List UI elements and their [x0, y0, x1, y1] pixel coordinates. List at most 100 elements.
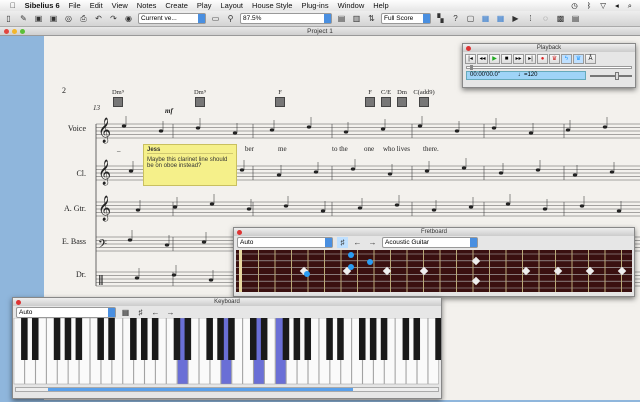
save-icon[interactable]: ▣ [33, 13, 44, 24]
export-icon[interactable]: ◎ [63, 13, 74, 24]
comment-note[interactable]: Jess Maybe this clarinet line should be … [143, 144, 237, 186]
accidental-icon[interactable]: ♯ [337, 236, 348, 248]
print-icon[interactable]: ⎙ [78, 13, 89, 24]
chord-diagram[interactable]: Dm⁹ [192, 89, 208, 107]
versions-icon[interactable]: ◉ [123, 13, 134, 24]
menu-edit[interactable]: Edit [90, 1, 103, 10]
transpose-icon[interactable]: ⇅ [366, 13, 377, 24]
note-head [201, 240, 207, 244]
navigator-icon[interactable]: ▢ [465, 13, 476, 24]
ideas-icon[interactable]: ⁞ [525, 13, 536, 24]
arrow-right-icon[interactable]: → [367, 237, 378, 248]
zoom-select[interactable]: 87.5% [240, 13, 332, 24]
zoom-icon[interactable]: ⚲ [225, 13, 236, 24]
mixer-icon[interactable]: ▦ [495, 13, 506, 24]
properties-icon[interactable]: ◌ [540, 13, 551, 24]
rewind-to-start-button[interactable]: |◂ [465, 54, 476, 64]
menu-app[interactable]: Sibelius 6 [25, 1, 60, 10]
close-icon[interactable] [466, 45, 471, 51]
keyboard-icon[interactable]: ▩ [555, 13, 566, 24]
keyboard-mode-select[interactable]: Auto [16, 306, 116, 318]
panorama-icon[interactable]: ▥ [351, 13, 362, 24]
playback-position-slider[interactable] [466, 65, 632, 70]
parts-icon[interactable]: ▚ [435, 13, 446, 24]
black-key [97, 318, 104, 360]
new-icon[interactable]: ▯ [3, 13, 14, 24]
record-button[interactable]: ● [537, 54, 548, 64]
piano-keyboard[interactable] [13, 318, 441, 386]
menu-window[interactable]: Window [338, 1, 365, 10]
rewind-button[interactable]: ◂◂ [477, 54, 488, 64]
live-tempo-button[interactable]: ϟ [561, 54, 572, 64]
metronome-button[interactable]: Å [585, 54, 596, 64]
black-key [217, 318, 224, 360]
fretboard-icon[interactable]: ▤ [570, 13, 581, 24]
playback-icon[interactable]: ▶ [510, 13, 521, 24]
chord-diagram[interactable]: Dm⁹ [110, 89, 126, 107]
score-select[interactable]: Full Score [381, 13, 431, 24]
menu-play[interactable]: Play [197, 1, 212, 10]
close-icon[interactable] [4, 29, 9, 34]
fast-forward-button[interactable]: ▸▸ [513, 54, 524, 64]
note-head [232, 131, 238, 135]
note-head [565, 128, 571, 132]
keyboard-layout-icon[interactable]: ▦ [120, 307, 131, 318]
keyboard-scrollbar[interactable] [15, 387, 439, 392]
forward-to-end-button[interactable]: ▸| [525, 54, 536, 64]
menu-help[interactable]: Help [373, 1, 388, 10]
menu-notes[interactable]: Notes [137, 1, 157, 10]
menu-file[interactable]: File [69, 1, 81, 10]
close-icon[interactable] [237, 229, 242, 235]
chord-diagram[interactable]: F [272, 89, 288, 107]
lyric: _ [117, 145, 121, 153]
window-title: Playback [536, 45, 562, 51]
open-icon[interactable]: ✎ [18, 13, 29, 24]
help-icon[interactable]: ? [450, 13, 461, 24]
fretboard-mode-select[interactable]: Auto [237, 236, 333, 248]
arrow-left-icon[interactable]: ← [150, 307, 161, 318]
comment-text[interactable]: Maybe this clarinet line should be on ob… [147, 157, 233, 169]
chord-diagram[interactable]: C/E [378, 89, 394, 107]
fretboard-instrument-select[interactable]: Acoustic Guitar [382, 236, 478, 248]
spotlight-icon[interactable]: ⌕ [628, 1, 632, 11]
fretboard[interactable] [234, 250, 634, 294]
redo-icon[interactable]: ↷ [108, 13, 119, 24]
undo-icon[interactable]: ↶ [93, 13, 104, 24]
chord-diagram[interactable]: C(add9) [412, 89, 436, 107]
comment-icon[interactable]: ▭ [210, 13, 221, 24]
stop-button[interactable]: ■ [501, 54, 512, 64]
menu-layout[interactable]: Layout [221, 1, 244, 10]
minimize-icon[interactable] [12, 29, 17, 34]
bar-number: 13 [93, 104, 100, 112]
clock-icon[interactable]: ◷ [571, 1, 578, 11]
menu-house-style[interactable]: House Style [252, 1, 292, 10]
menu-plugins[interactable]: Plug-ins [301, 1, 328, 10]
play-button[interactable]: ▶ [489, 54, 500, 64]
chord-diagram[interactable]: Dm [394, 89, 410, 107]
wifi-icon[interactable]: ▽ [600, 1, 606, 11]
menu-create[interactable]: Create [165, 1, 188, 10]
accidental-icon[interactable]: ♯ [135, 307, 146, 318]
keyboard-window: Keyboard Auto ▦ ♯ ← → [12, 297, 442, 399]
arrow-left-icon[interactable]: ← [352, 237, 363, 248]
black-key [75, 318, 83, 360]
focus-icon[interactable]: ▤ [336, 13, 347, 24]
time-display: 00:00'00.0" ♩=120 [466, 71, 586, 80]
note-head [535, 168, 541, 172]
view-select[interactable]: Current ve... [138, 13, 206, 24]
volume-slider[interactable] [590, 71, 632, 80]
live-playback-button[interactable]: ♛ [573, 54, 584, 64]
save-all-icon[interactable]: ▣ [48, 13, 59, 24]
keypad-icon[interactable]: ▦ [480, 13, 491, 24]
bluetooth-icon[interactable]: ᛒ [587, 1, 592, 11]
clef: ‖ [98, 272, 104, 288]
zoom-window-icon[interactable] [20, 29, 25, 34]
chord-diagram[interactable]: F [362, 89, 378, 107]
flexi-time-button[interactable]: ♛ [549, 54, 560, 64]
menu-view[interactable]: View [112, 1, 128, 10]
note-head [134, 276, 140, 280]
arrow-right-icon[interactable]: → [165, 307, 176, 318]
apple-icon[interactable]:  [10, 1, 16, 10]
volume-icon[interactable]: ◂ [615, 1, 619, 11]
close-icon[interactable] [16, 299, 21, 305]
